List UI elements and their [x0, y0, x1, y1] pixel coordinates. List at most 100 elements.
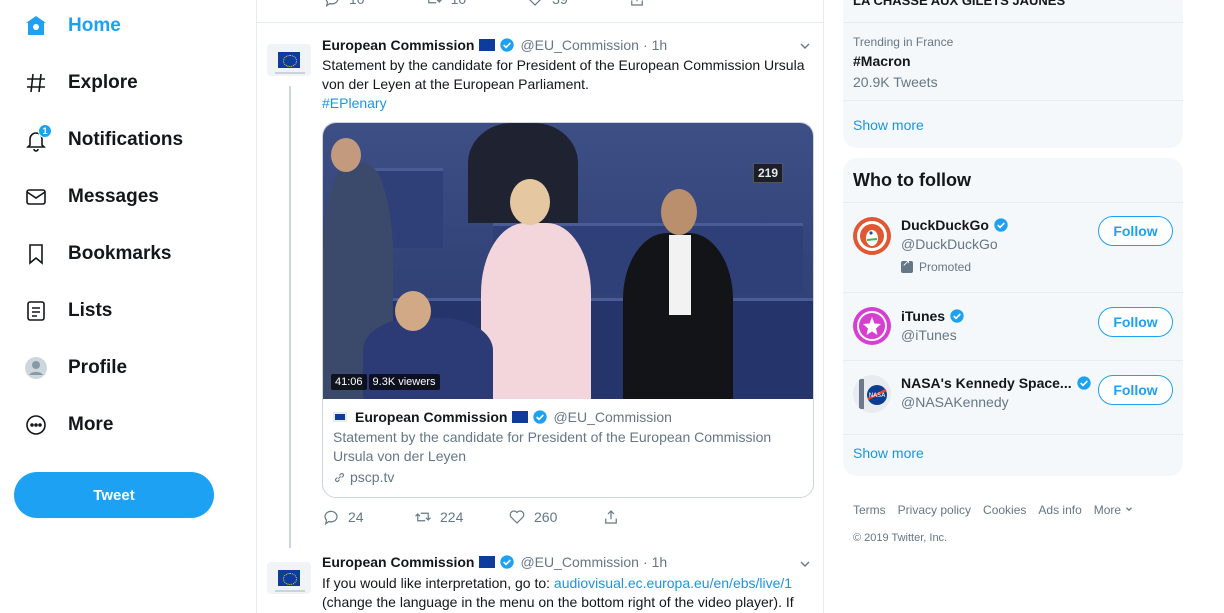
- retweet-icon: [427, 0, 442, 4]
- eu-commission-avatar[interactable]: [267, 562, 311, 594]
- trends-card: LA CHASSE AUX GILETS JAUNES Trending in …: [843, 0, 1183, 148]
- nav-label-messages: Messages: [68, 186, 159, 207]
- author-name[interactable]: European Commission: [322, 554, 474, 570]
- trend-name[interactable]: #Macron: [853, 53, 911, 69]
- nav-item-bookmarks[interactable]: Bookmarks: [14, 234, 172, 274]
- author-handle[interactable]: @EU_Commission: [520, 37, 638, 53]
- verified-badge-icon: [532, 409, 548, 425]
- reply-icon: [325, 0, 339, 8]
- reply-button[interactable]: 24: [322, 508, 414, 526]
- share-icon: [630, 0, 643, 6]
- nav-label-explore: Explore: [68, 72, 138, 93]
- tweet-timestamp[interactable]: 1h: [652, 37, 668, 53]
- follow-suggestion[interactable]: iTunes @iTunes Follow: [843, 292, 1183, 360]
- footer-link-terms[interactable]: Terms: [853, 503, 886, 517]
- trend-tweet-count: 20.9K Tweets: [853, 74, 938, 90]
- itunes-avatar[interactable]: [853, 307, 891, 345]
- footer-link-cookies[interactable]: Cookies: [983, 503, 1026, 517]
- retweet-icon: [415, 512, 431, 522]
- follow-button[interactable]: Follow: [1098, 216, 1173, 246]
- reply-button[interactable]: 10: [323, 0, 365, 8]
- follow-suggestion-name[interactable]: DuckDuckGo: [901, 217, 1009, 233]
- nav-label-more: More: [68, 414, 114, 435]
- tweet-button[interactable]: Tweet: [14, 472, 214, 518]
- follow-suggestion-name[interactable]: iTunes: [901, 308, 965, 324]
- interpretation-link[interactable]: audiovisual.ec.europa.eu/en/ebs/live/1: [554, 575, 792, 591]
- share-button[interactable]: [628, 0, 646, 8]
- eu-commission-avatar[interactable]: [267, 44, 311, 76]
- video-badges: 41:06 9.3K viewers: [331, 374, 440, 390]
- nav-item-home[interactable]: Home: [14, 6, 121, 46]
- promoted-icon: [901, 258, 913, 273]
- nav-label-bookmarks: Bookmarks: [68, 243, 172, 264]
- tweet-divider: [257, 22, 823, 23]
- follow-button[interactable]: Follow: [1098, 307, 1173, 337]
- timeline: 10 10 39 European Commission @EU_Commiss…: [256, 0, 824, 613]
- svg-text:NASA: NASA: [869, 392, 887, 399]
- video-duration: 41:06: [331, 374, 367, 390]
- like-button[interactable]: 39: [526, 0, 568, 8]
- promoted-text: Promoted: [919, 260, 972, 274]
- nav-item-explore[interactable]: Explore: [14, 63, 138, 103]
- reply-icon: [324, 510, 338, 526]
- video-viewers: 9.3K viewers: [368, 374, 440, 390]
- author-handle[interactable]: @EU_Commission: [520, 554, 638, 570]
- notification-count-badge: 1: [38, 124, 52, 138]
- verified-badge-icon: [949, 308, 965, 324]
- trend-divider: [843, 22, 1183, 23]
- footer-link-more[interactable]: More: [1094, 503, 1135, 517]
- card-body[interactable]: European Commission @EU_Commission State…: [333, 409, 803, 485]
- card-url[interactable]: pscp.tv: [333, 469, 803, 485]
- nav-item-messages[interactable]: Messages: [14, 177, 159, 217]
- retweet-button[interactable]: 224: [414, 508, 508, 526]
- card-author-name: European Commission: [355, 409, 508, 425]
- tweet-timestamp[interactable]: 1h: [652, 554, 668, 570]
- retweet-button[interactable]: 10: [425, 0, 466, 8]
- share-button[interactable]: [602, 508, 620, 526]
- chevron-down-icon[interactable]: [797, 556, 813, 572]
- separator-dot: ·: [642, 554, 648, 570]
- bookmark-icon: [14, 240, 58, 268]
- reply-count: 24: [348, 509, 364, 525]
- tweet-actions: 24 224 260: [322, 508, 620, 526]
- account-name: DuckDuckGo: [901, 217, 989, 233]
- footer-link-ads-info[interactable]: Ads info: [1038, 503, 1081, 517]
- tweet-text: If you would like interpretation, go to:…: [322, 574, 817, 612]
- retweet-count: 224: [440, 509, 464, 525]
- like-button[interactable]: 260: [508, 508, 602, 526]
- follow-suggestion-name[interactable]: NASA's Kennedy Space...: [901, 375, 1092, 391]
- nav-item-more[interactable]: More: [14, 405, 113, 445]
- nav-item-lists[interactable]: Lists: [14, 291, 112, 331]
- chevron-down-icon[interactable]: [797, 38, 813, 54]
- who-to-follow-footer: Show more: [843, 434, 1183, 476]
- card-author-handle: @EU_Commission: [553, 409, 672, 425]
- trend-item-name[interactable]: LA CHASSE AUX GILETS JAUNES: [853, 0, 1065, 8]
- follow-suggestion[interactable]: NASA NASA's Kennedy Space... @NASAKenned…: [843, 360, 1183, 434]
- chevron-down-icon: [1126, 507, 1133, 512]
- nasa-kennedy-avatar[interactable]: NASA: [853, 375, 891, 413]
- verified-badge-icon: [499, 554, 515, 570]
- tweet-header: European Commission @EU_Commission · 1h: [322, 554, 667, 570]
- thread-line: [289, 86, 291, 548]
- nav-item-profile[interactable]: Profile: [14, 348, 127, 388]
- who-to-follow-card: Who to follow DuckDuckGo @DuckDuckGo Pro…: [843, 158, 1183, 476]
- trends-show-more-link[interactable]: Show more: [853, 117, 924, 133]
- copyright: © 2019 Twitter, Inc.: [853, 532, 948, 544]
- account-handle: @DuckDuckGo: [901, 236, 998, 252]
- home-icon: [14, 12, 58, 40]
- eu-flag-icon: [512, 411, 529, 423]
- who-to-follow-show-more-link[interactable]: Show more: [853, 445, 924, 461]
- footer-link-privacy[interactable]: Privacy policy: [898, 503, 971, 517]
- heart-icon: [529, 0, 542, 6]
- tweet-body: If you would like interpretation, go to:: [322, 575, 554, 591]
- author-name[interactable]: European Commission: [322, 37, 474, 53]
- eu-flag-icon: [333, 412, 347, 422]
- nav-item-notifications[interactable]: 1 Notifications: [14, 120, 183, 160]
- video-player[interactable]: 219 41:06 9.3K viewers: [323, 123, 813, 399]
- video-card[interactable]: 219 41:06 9.3K viewers European Commissi…: [322, 122, 814, 498]
- duckduckgo-avatar[interactable]: [853, 217, 891, 255]
- hashtag-link[interactable]: #EPlenary: [322, 95, 387, 111]
- follow-button[interactable]: Follow: [1098, 375, 1173, 405]
- follow-suggestion[interactable]: DuckDuckGo @DuckDuckGo Promoted Follow: [843, 202, 1183, 292]
- eu-flag-icon: [278, 52, 300, 68]
